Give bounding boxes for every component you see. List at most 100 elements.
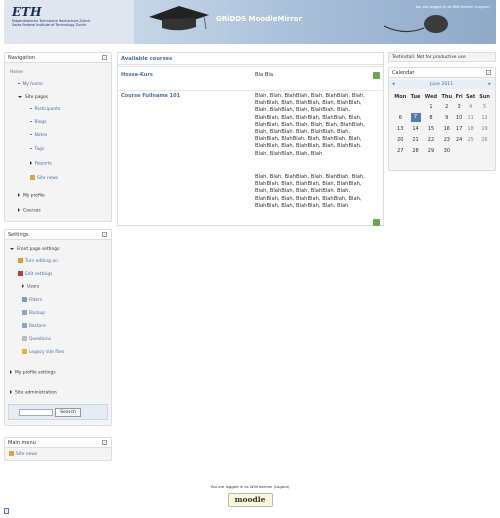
calendar-day[interactable]: 10 <box>454 112 464 123</box>
calendar-day[interactable]: 14 <box>409 123 423 134</box>
calendar-day[interactable]: 9 <box>439 112 454 123</box>
collapse-icon[interactable]: – <box>102 440 107 445</box>
calendar-week-row: 27 28 29 30 <box>392 145 492 156</box>
nav-my-home[interactable]: My home <box>18 82 43 87</box>
nav-courses[interactable]: Courses <box>18 208 41 214</box>
calendar-day[interactable]: 26 <box>477 134 492 145</box>
settings-filters-label: Filters <box>29 298 43 303</box>
settings-site-admin-label: Site administration <box>15 390 57 396</box>
calendar-month-bar: ◂ June 2011 ▸ <box>389 80 495 89</box>
docs-icon[interactable] <box>4 508 9 514</box>
calendar-day[interactable]: 28 <box>409 145 423 156</box>
settings-my-profile[interactable]: My profile settings <box>10 370 56 376</box>
calendar-day[interactable]: 30 <box>439 145 454 156</box>
folder-icon <box>22 349 27 354</box>
next-month-icon[interactable]: ▸ <box>488 81 491 87</box>
nav-site-news[interactable]: Site news <box>30 175 58 181</box>
settings-edit-settings[interactable]: Edit settings <box>18 271 52 277</box>
footer-logo-container: moodle <box>0 493 500 507</box>
nav-site-pages[interactable]: Site pages <box>18 95 48 100</box>
calendar-day[interactable]: 25 <box>464 134 477 145</box>
settings-front-page-label: Front page settings <box>17 247 60 252</box>
calendar-day[interactable]: 15 <box>422 123 439 134</box>
settings-site-admin[interactable]: Site administration <box>10 390 57 396</box>
settings-restore[interactable]: Restore <box>22 323 46 329</box>
calendar-day[interactable]: 3 <box>454 101 464 112</box>
calendar-day[interactable]: 29 <box>422 145 439 156</box>
settings-questions[interactable]: Questions <box>22 336 51 342</box>
previous-month-icon[interactable]: ◂ <box>392 81 395 87</box>
main-menu-site-news[interactable]: Site news <box>9 451 37 457</box>
calendar-week-row: 12345 <box>392 101 492 112</box>
nav-blogs-label: Blogs <box>34 120 47 125</box>
collapse-icon[interactable]: – <box>102 232 107 237</box>
settings-turn-editing-on[interactable]: Turn editing on <box>18 258 58 264</box>
calendar-empty-day <box>454 145 464 156</box>
calendar-day[interactable]: 27 <box>392 145 409 156</box>
settings-edit-settings-label: Edit settings <box>25 272 53 277</box>
calendar-week-row: 13 14 15 16 17 18 19 <box>392 123 492 134</box>
settings-block-title: Settings <box>8 232 29 238</box>
admin-search-button[interactable]: Search <box>55 408 81 417</box>
header-login-info[interactable]: You are logged in as Willi Kernen (Logou… <box>415 5 490 9</box>
enrol-icon[interactable] <box>373 219 380 226</box>
settings-users[interactable]: Users <box>22 284 39 290</box>
course-link-fullname-101[interactable]: Course Fullname 101 <box>121 93 180 99</box>
calendar-week-row: 6 7 8 9 10 11 12 <box>392 112 492 123</box>
admin-search-area: Search <box>8 404 108 420</box>
nav-my-profile[interactable]: My profile <box>18 193 45 199</box>
calendar-day[interactable]: 24 <box>454 134 464 145</box>
calendar-day[interactable]: 23 <box>439 134 454 145</box>
settings-backup[interactable]: Backup <box>22 310 45 316</box>
calendar-empty-day <box>392 101 409 112</box>
settings-edit-icon <box>18 271 23 276</box>
calendar-day[interactable]: 16 <box>439 123 454 134</box>
calendar-day[interactable]: 20 <box>392 134 409 145</box>
nav-my-home-label: My home <box>22 82 43 87</box>
collapse-icon[interactable]: – <box>102 55 107 60</box>
calendar-block-header: Calendar – <box>389 68 495 78</box>
calendar-day[interactable]: 17 <box>454 123 464 134</box>
calendar-day[interactable]: 12 <box>477 112 492 123</box>
settings-legacy-files-label: Legacy site files <box>29 350 65 355</box>
settings-questions-label: Questions <box>29 337 51 342</box>
weekday-label: Fri <box>455 93 463 100</box>
admin-search-input[interactable] <box>19 409 53 416</box>
enrol-icon[interactable] <box>373 72 380 79</box>
collapse-icon[interactable]: – <box>486 70 491 75</box>
calendar-day[interactable]: 7 <box>409 112 423 123</box>
settings-front-page[interactable]: Front page settings <box>10 247 59 252</box>
calendar-today[interactable]: 7 <box>410 113 421 122</box>
course-row: Course Fullname 101 Blah, Blah, BlahBlah… <box>118 90 383 226</box>
nav-participants[interactable]: Participants <box>30 107 60 112</box>
calendar-day[interactable]: 13 <box>392 123 409 134</box>
calendar-day[interactable]: 5 <box>477 101 492 112</box>
weekday-label: Wed <box>424 93 438 100</box>
calendar-day[interactable]: 22 <box>422 134 439 145</box>
calendar-day[interactable]: 2 <box>439 101 454 112</box>
calendar-day[interactable]: 1 <box>422 101 439 112</box>
nav-notes[interactable]: Notes <box>30 133 47 138</box>
course-summary: Bla Bla <box>255 72 274 78</box>
nav-tags[interactable]: Tags <box>30 147 44 152</box>
settings-legacy-files[interactable]: Legacy site files <box>22 349 64 355</box>
settings-block-header: Settings – <box>5 230 111 240</box>
calendar-day[interactable]: 4 <box>464 101 477 112</box>
nav-blogs[interactable]: Blogs <box>30 120 47 125</box>
nav-reports[interactable]: Reports <box>30 161 52 167</box>
calendar-day[interactable]: 8 <box>422 112 439 123</box>
calendar-day[interactable]: 6 <box>392 112 409 123</box>
moodle-logo[interactable]: moodle <box>227 493 273 507</box>
calendar-block-title: Calendar <box>392 70 415 76</box>
nav-home[interactable]: Home <box>10 70 23 75</box>
collapsed-arrow-icon <box>18 208 20 212</box>
calendar-month-link[interactable]: June 2011 <box>430 82 453 87</box>
calendar-day[interactable]: 18 <box>464 123 477 134</box>
course-link-hossa-kurs[interactable]: Hossa-Kurs <box>121 72 153 78</box>
nav-courses-label: Courses <box>23 208 41 214</box>
settings-filters[interactable]: Filters <box>22 297 42 303</box>
calendar-day[interactable]: 11 <box>464 112 477 123</box>
calendar-day[interactable]: 21 <box>409 134 423 145</box>
calendar-day[interactable]: 19 <box>477 123 492 134</box>
footer-login-text[interactable]: You are logged in as Willi Kernen (Logou… <box>211 484 290 489</box>
